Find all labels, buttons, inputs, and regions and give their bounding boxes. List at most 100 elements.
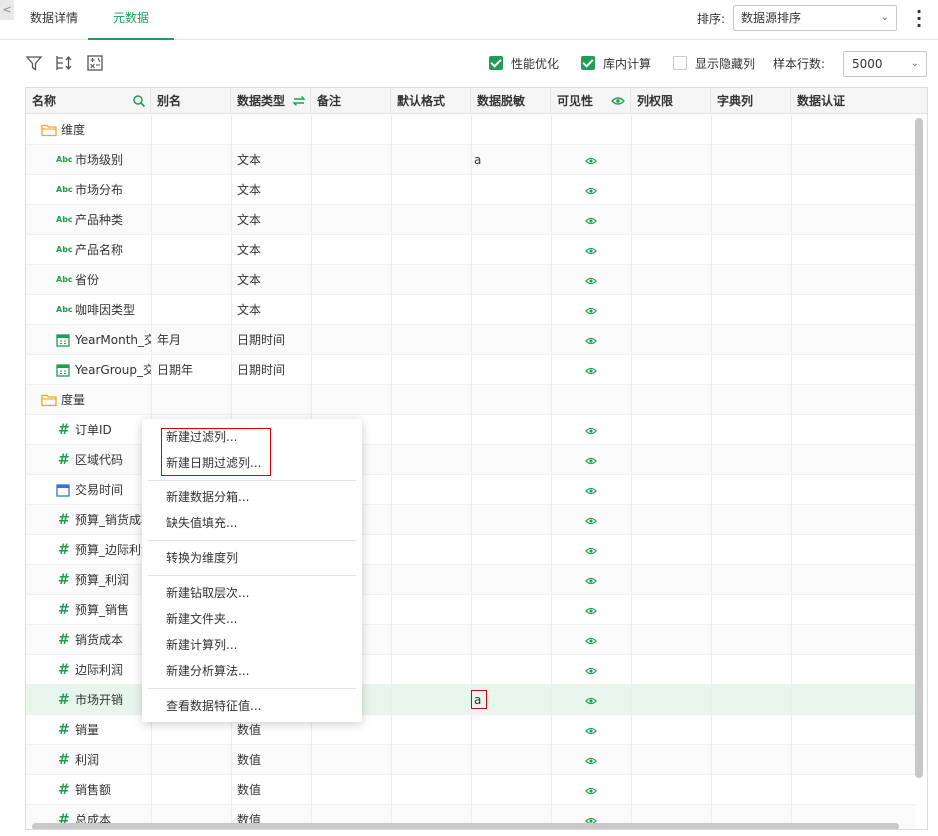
eye-icon[interactable] — [585, 455, 597, 465]
filter-icon[interactable] — [25, 54, 43, 72]
eye-icon[interactable] — [585, 485, 597, 495]
field-masking[interactable] — [474, 505, 548, 535]
col-certification[interactable]: 数据认证 — [791, 88, 916, 114]
field-name: YearMonth_交 — [75, 333, 151, 347]
horizontal-scrollbar[interactable] — [32, 823, 899, 829]
eye-icon[interactable] — [585, 185, 597, 195]
sort-select[interactable]: 数据源排序 ⌄ — [733, 5, 897, 31]
field-masking[interactable] — [474, 715, 548, 745]
eye-icon[interactable] — [585, 215, 597, 225]
sample-rows-select[interactable]: 5000 ⌄ — [843, 51, 927, 77]
field-masking[interactable] — [474, 265, 548, 295]
swap-icon[interactable] — [292, 94, 306, 108]
eye-icon[interactable] — [585, 365, 597, 375]
col-masking[interactable]: 数据脱敏 — [471, 88, 551, 114]
field-alias[interactable]: 日期年 — [157, 355, 231, 385]
field-masking[interactable]: a — [474, 145, 548, 175]
menu-item-new-drill-hierarchy[interactable]: 新建钻取层次... — [166, 580, 249, 606]
field-datatype[interactable]: 文本 — [237, 295, 311, 325]
search-icon[interactable] — [132, 94, 146, 108]
menu-item-new-binning[interactable]: 新建数据分箱... — [166, 484, 249, 510]
col-remark[interactable]: 备注 — [311, 88, 391, 114]
eye-icon[interactable] — [585, 275, 597, 285]
col-alias[interactable]: 别名 — [151, 88, 231, 114]
performance-checkbox[interactable] — [489, 56, 503, 70]
menu-item-convert-to-dimension[interactable]: 转换为维度列 — [166, 545, 238, 571]
field-alias[interactable] — [157, 145, 231, 175]
in-db-calc-checkbox[interactable] — [581, 56, 595, 70]
menu-item-view-data-features[interactable]: 查看数据特征值... — [166, 693, 261, 719]
show-hidden-checkbox[interactable] — [673, 56, 687, 70]
field-masking[interactable] — [474, 625, 548, 655]
eye-icon[interactable] — [585, 425, 597, 435]
eye-icon[interactable] — [585, 335, 597, 345]
field-alias[interactable] — [157, 265, 231, 295]
eye-icon[interactable] — [585, 695, 597, 705]
field-masking[interactable] — [474, 535, 548, 565]
more-options-icon[interactable]: · · · — [914, 4, 924, 34]
field-masking[interactable] — [474, 325, 548, 355]
tab-metadata[interactable]: 元数据 — [88, 0, 174, 40]
field-alias[interactable] — [157, 175, 231, 205]
col-dictionary[interactable]: 字典列 — [711, 88, 791, 114]
menu-separator — [148, 688, 356, 689]
vertical-scrollbar[interactable] — [915, 118, 923, 778]
hash-icon: # — [58, 692, 70, 708]
field-alias[interactable] — [157, 205, 231, 235]
field-alias[interactable] — [157, 775, 231, 805]
field-masking[interactable] — [474, 235, 548, 265]
eye-icon[interactable] — [585, 155, 597, 165]
eye-icon[interactable] — [611, 96, 625, 106]
tab-data-detail[interactable]: 数据详情 — [30, 0, 78, 40]
eye-icon[interactable] — [585, 515, 597, 525]
menu-item-missing-value-fill[interactable]: 缺失值填充... — [166, 510, 237, 536]
field-datatype[interactable]: 文本 — [237, 235, 311, 265]
sort-columns-icon[interactable] — [55, 54, 73, 72]
field-alias[interactable] — [157, 745, 231, 775]
menu-item-new-calculated-column[interactable]: 新建计算列... — [166, 632, 237, 658]
field-datatype[interactable]: 文本 — [237, 205, 311, 235]
field-masking[interactable] — [474, 355, 548, 385]
eye-icon[interactable] — [585, 305, 597, 315]
field-masking[interactable] — [474, 565, 548, 595]
eye-icon[interactable] — [585, 725, 597, 735]
field-alias[interactable] — [157, 295, 231, 325]
field-datatype[interactable]: 文本 — [237, 175, 311, 205]
field-masking[interactable] — [474, 745, 548, 775]
field-masking[interactable] — [474, 415, 548, 445]
col-permission[interactable]: 列权限 — [631, 88, 711, 114]
field-datatype[interactable]: 数值 — [237, 775, 311, 805]
column-divider — [391, 114, 392, 829]
eye-icon[interactable] — [585, 635, 597, 645]
field-masking[interactable] — [474, 295, 548, 325]
field-masking[interactable] — [474, 775, 548, 805]
field-masking[interactable] — [474, 595, 548, 625]
field-masking[interactable] — [474, 175, 548, 205]
field-alias[interactable]: 年月 — [157, 325, 231, 355]
field-datatype[interactable]: 文本 — [237, 265, 311, 295]
eye-icon[interactable] — [585, 755, 597, 765]
field-datatype[interactable]: 文本 — [237, 145, 311, 175]
highlight-box-mask-cell — [471, 690, 487, 709]
field-name: 区域代码 — [75, 453, 124, 467]
eye-icon[interactable] — [585, 605, 597, 615]
field-datatype[interactable]: 日期时间 — [237, 355, 311, 385]
field-masking[interactable] — [474, 445, 548, 475]
field-masking[interactable] — [474, 475, 548, 505]
eye-icon[interactable] — [585, 245, 597, 255]
calculator-icon[interactable] — [86, 54, 104, 72]
hash-icon: # — [58, 512, 70, 528]
eye-icon[interactable] — [585, 785, 597, 795]
eye-icon[interactable] — [585, 545, 597, 555]
collapse-handle[interactable]: < — [0, 0, 14, 20]
menu-item-new-analysis-algorithm[interactable]: 新建分析算法... — [166, 658, 249, 684]
eye-icon[interactable] — [585, 575, 597, 585]
col-default-format[interactable]: 默认格式 — [391, 88, 471, 114]
field-datatype[interactable]: 数值 — [237, 745, 311, 775]
field-alias[interactable] — [157, 235, 231, 265]
field-datatype[interactable]: 日期时间 — [237, 325, 311, 355]
eye-icon[interactable] — [585, 665, 597, 675]
field-masking[interactable] — [474, 205, 548, 235]
menu-item-new-folder[interactable]: 新建文件夹... — [166, 606, 237, 632]
field-masking[interactable] — [474, 655, 548, 685]
